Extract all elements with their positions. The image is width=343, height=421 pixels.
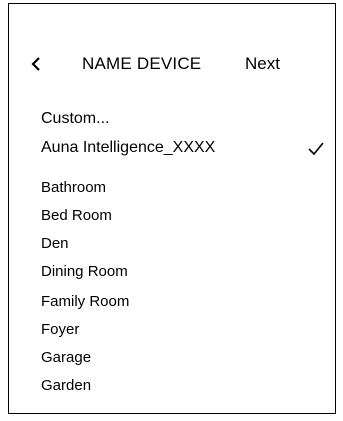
device-name-screen: NAME DEVICE Next Custom... Auna Intellig… [8,3,336,414]
list-item-label: Foyer [41,320,80,338]
list-item-label: Bed Room [41,206,112,224]
list-item-bathroom[interactable]: Bathroom [41,176,331,198]
list-item-label: Bathroom [41,178,107,196]
checkmark-icon [308,142,324,156]
list-item-label: Garage [41,348,92,366]
list-item-label: Family Room [41,292,130,310]
list-item-auna-intelligence[interactable]: Auna Intelligence_XXXX [41,137,331,159]
list-item-garage[interactable]: Garage [41,346,331,368]
list-item-label: Den [41,234,69,252]
list-item-label: Dining Room [41,262,128,280]
list-item-foyer[interactable]: Foyer [41,318,331,340]
list-item-bed-room[interactable]: Bed Room [41,204,331,226]
list-item-label: Garden [41,376,92,394]
list-item-garden[interactable]: Garden [41,374,331,396]
list-item-label: Custom... [41,110,110,127]
list-item-dining-room[interactable]: Dining Room [41,260,331,282]
room-name-list: Custom... Auna Intelligence_XXXX Bathroo… [9,4,335,413]
list-item-label: Auna Intelligence_XXXX [41,139,216,156]
list-item-den[interactable]: Den [41,232,331,254]
list-item-custom[interactable]: Custom... [41,108,331,130]
list-item-family-room[interactable]: Family Room [41,290,331,312]
